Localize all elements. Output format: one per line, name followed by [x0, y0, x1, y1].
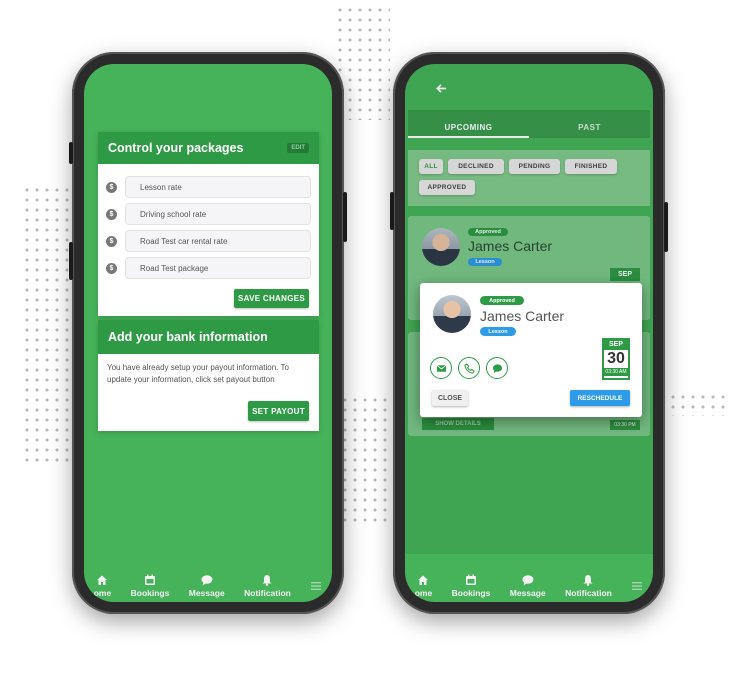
- chat-icon: [201, 575, 213, 586]
- reschedule-button[interactable]: RESCHEDULE: [570, 390, 630, 406]
- road-test-package-row: $ Road Test package: [106, 257, 311, 279]
- nav-home[interactable]: ome: [415, 574, 432, 598]
- nav-bookings[interactable]: Bookings: [130, 574, 170, 598]
- road-test-rental-row: $ Road Test car rental rate: [106, 230, 311, 252]
- set-payout-button[interactable]: SET PAYOUT: [248, 401, 309, 421]
- left-bottom-nav: ome Bookings Message Notification: [84, 566, 332, 602]
- bank-title: Add your bank information: [108, 330, 268, 344]
- nav-bookings-label: Bookings: [451, 588, 491, 598]
- nav-home-label: ome: [414, 588, 433, 598]
- nav-notification-label: Notification: [244, 588, 291, 598]
- bell-icon: [262, 575, 272, 586]
- dot-pattern-right: [668, 392, 728, 416]
- calendar-month: SEP: [604, 340, 628, 350]
- bank-card-header: Add your bank information: [98, 320, 319, 354]
- close-button[interactable]: CLOSE: [432, 390, 468, 406]
- type-badge: Lesson: [480, 327, 516, 336]
- chat-icon: [492, 363, 502, 373]
- avatar: [433, 295, 471, 333]
- nav-notification-label: Notification: [565, 588, 612, 598]
- status-badge: Approved: [480, 296, 524, 305]
- call-button[interactable]: [458, 357, 480, 379]
- nav-bookings-label: Bookings: [130, 588, 170, 598]
- phone-icon: [463, 362, 475, 374]
- side-button: [69, 242, 73, 280]
- stage: Control your packages EDIT $ Lesson rate…: [0, 0, 733, 680]
- nav-notification[interactable]: Notification: [244, 574, 291, 598]
- home-icon: [97, 575, 108, 585]
- dot-pattern-middle: [340, 395, 395, 525]
- nav-bookings[interactable]: Bookings: [451, 574, 491, 598]
- calendar-day: 30: [607, 350, 625, 367]
- left-screen: Control your packages EDIT $ Lesson rate…: [84, 64, 332, 602]
- nav-message-label: Message: [188, 588, 225, 598]
- chat-button[interactable]: [486, 357, 508, 379]
- nav-menu[interactable]: [631, 580, 643, 598]
- payout-message: You have already setup your payout infor…: [107, 363, 289, 384]
- calendar-icon: [144, 574, 155, 585]
- booking-detail-modal: Approved James Carter Lesson SEP 30 03:3…: [420, 283, 642, 417]
- lesson-rate-row: $ Lesson rate: [106, 176, 311, 198]
- home-icon: [418, 575, 429, 585]
- side-button: [664, 202, 668, 252]
- packages-card: Control your packages EDIT $ Lesson rate…: [98, 132, 319, 316]
- nav-home[interactable]: ome: [94, 574, 111, 598]
- date-calendar: SEP 30 03:30 AM: [602, 338, 630, 380]
- edit-tag[interactable]: EDIT: [287, 143, 309, 153]
- road-test-rental-input[interactable]: Road Test car rental rate: [125, 230, 311, 252]
- mail-icon: [436, 364, 446, 372]
- dollar-icon: $: [106, 181, 117, 193]
- menu-icon: [311, 582, 322, 590]
- nav-message[interactable]: Message: [189, 574, 225, 598]
- driving-school-rate-input[interactable]: Driving school rate: [125, 203, 311, 225]
- email-button[interactable]: [430, 357, 452, 379]
- right-bottom-nav: ome Bookings Message Notification: [405, 566, 653, 602]
- nav-message[interactable]: Message: [510, 574, 546, 598]
- packages-title: Control your packages: [108, 141, 244, 155]
- nav-message-label: Message: [509, 588, 546, 598]
- packages-card-header: Control your packages EDIT: [98, 132, 319, 164]
- nav-notification[interactable]: Notification: [565, 574, 612, 598]
- dollar-icon: $: [106, 208, 117, 220]
- student-name: James Carter: [480, 308, 565, 324]
- nav-home-label: ome: [93, 588, 112, 598]
- dollar-icon: $: [106, 262, 117, 274]
- left-phone: Control your packages EDIT $ Lesson rate…: [69, 52, 347, 614]
- dollar-icon: $: [106, 235, 117, 247]
- chat-icon: [522, 575, 534, 586]
- side-button: [69, 142, 73, 164]
- road-test-package-input[interactable]: Road Test package: [125, 257, 311, 279]
- side-button: [390, 192, 394, 230]
- bank-card: Add your bank information You have alrea…: [98, 320, 319, 431]
- save-changes-button[interactable]: SAVE CHANGES: [234, 289, 309, 308]
- menu-icon: [632, 582, 643, 590]
- calendar-time: 03:30 AM: [604, 368, 628, 376]
- driving-school-rate-row: $ Driving school rate: [106, 203, 311, 225]
- lesson-rate-input[interactable]: Lesson rate: [125, 176, 311, 198]
- side-button: [343, 192, 347, 242]
- bell-icon: [583, 575, 593, 586]
- calendar-icon: [465, 574, 476, 585]
- nav-menu[interactable]: [310, 580, 322, 598]
